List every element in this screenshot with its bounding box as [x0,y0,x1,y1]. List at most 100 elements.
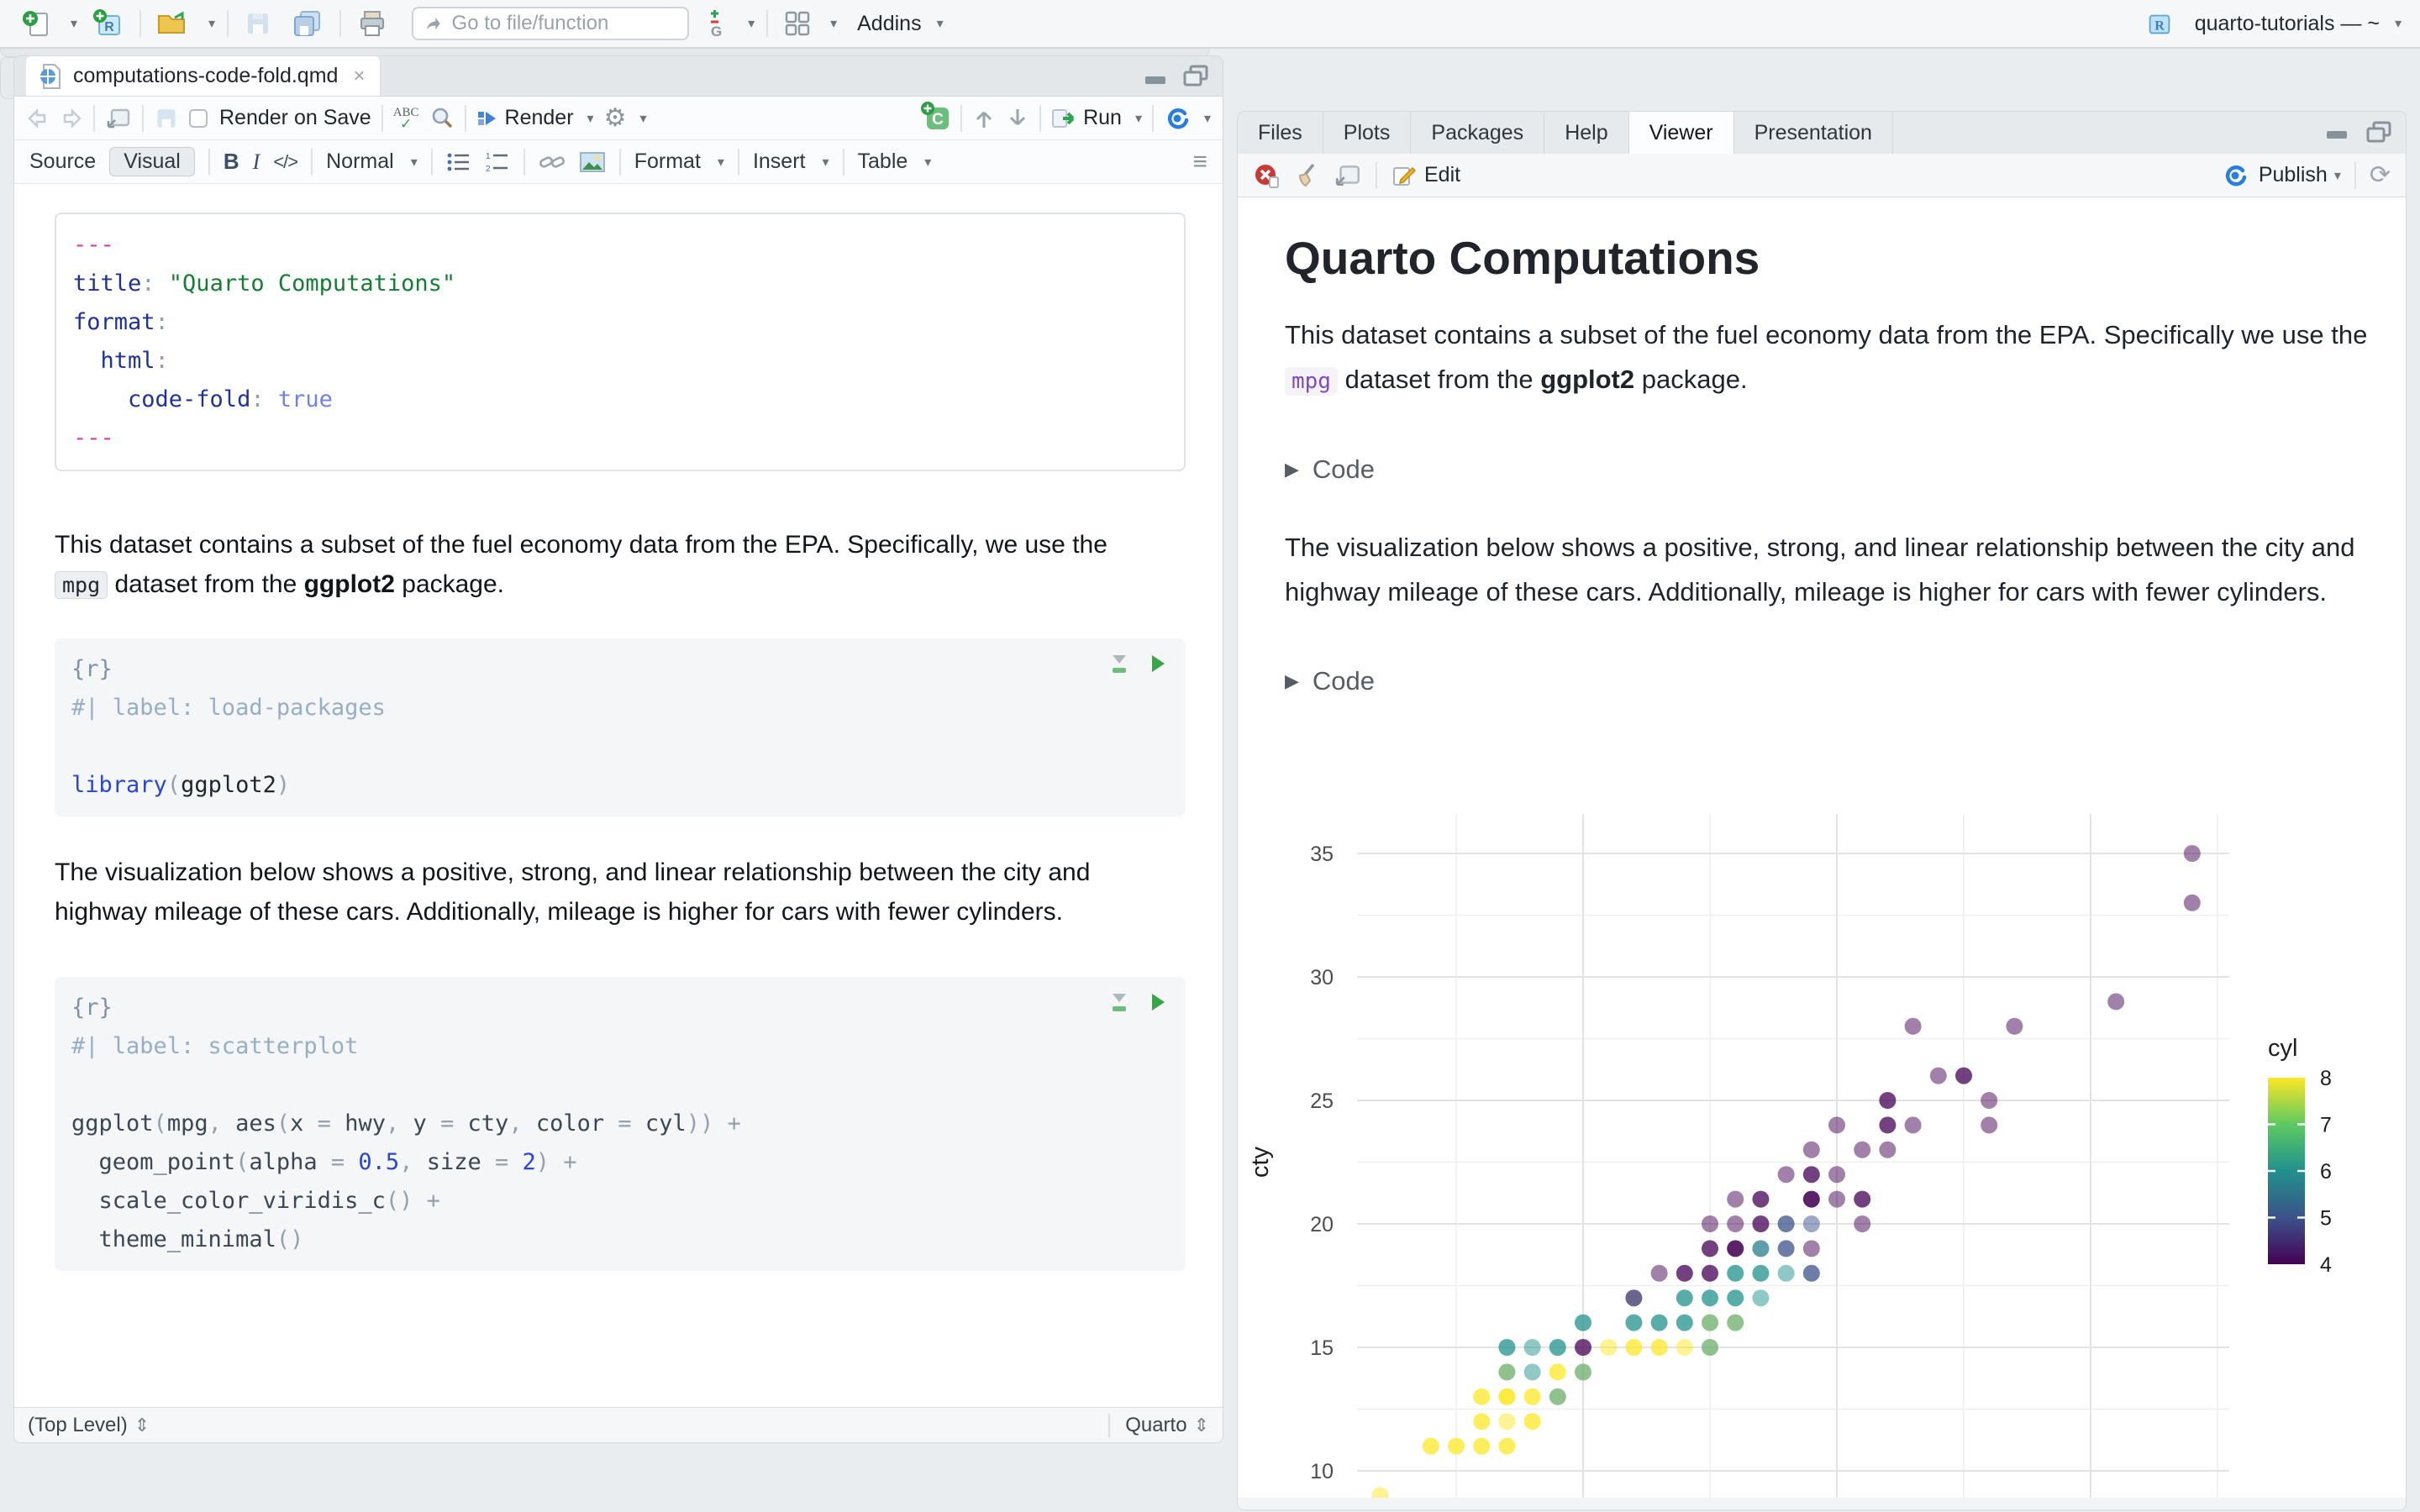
maximize-pane-icon[interactable] [2365,121,2392,144]
source-mode-button[interactable]: Source [29,150,96,174]
save-button[interactable] [240,7,276,40]
svg-text:R: R [104,20,114,34]
gear-icon[interactable]: ⚙ [604,103,627,133]
tab-help[interactable]: Help [1544,112,1629,154]
inline-code-icon[interactable]: </> [273,151,298,173]
tab-files[interactable]: Files [1238,112,1323,154]
save-all-button[interactable] [287,7,328,40]
code-toggle-label: Code [1312,454,1376,484]
project-caret[interactable]: ▾ [2395,15,2402,32]
tab-packages[interactable]: Packages [1411,112,1545,154]
goto-file-input[interactable] [450,11,678,36]
table-caret[interactable]: ▾ [924,154,931,171]
code-chunk-load-packages[interactable]: {r} #| label: load-packages library(ggplo… [55,638,1186,816]
render-button[interactable]: Render [476,106,574,130]
numbered-list-icon[interactable]: 1 2 [485,151,510,173]
run-label: Run [1083,106,1122,129]
gear-caret[interactable]: ▾ [639,110,646,127]
svg-text:30: 30 [1310,966,1334,990]
run-chunk-icon[interactable] [1149,653,1167,675]
addins-caret[interactable]: ▾ [937,15,944,32]
popout-window-icon[interactable] [105,107,132,130]
bullet-list-icon[interactable] [446,151,471,173]
editor-tab[interactable]: computations-code-fold.qmd × [26,56,381,96]
insert-menu[interactable]: Insert [753,150,806,174]
table-menu[interactable]: Table [858,150,908,174]
open-folder-icon [158,11,186,34]
bold-icon[interactable]: B [224,149,239,175]
checkbox-icon[interactable] [189,108,208,128]
open-file-caret[interactable]: ▾ [208,15,215,32]
doc-type-updown-icon[interactable]: ⇕ [1194,1415,1209,1436]
paragraph-style-dropdown[interactable]: Normal [326,150,394,174]
open-file-button[interactable] [153,7,193,40]
minimize-pane-icon[interactable] [1144,66,1169,87]
code-fold-toggle-1[interactable]: ▶ Code [1285,454,2406,485]
broom-icon[interactable] [1293,162,1320,189]
minimize-pane-icon[interactable] [2325,123,2350,143]
spellcheck-button[interactable]: ABC ✓ [393,106,419,131]
search-icon[interactable] [429,106,455,131]
publish-button[interactable]: Publish ▾ [2222,162,2341,189]
panes-caret[interactable]: ▾ [830,15,837,32]
viewer-paragraph-1: This dataset contains a subset of the fu… [1285,320,2368,396]
format-caret[interactable]: ▾ [718,154,724,171]
refresh-icon[interactable]: ⟳ [2370,160,2391,190]
format-menu[interactable]: Format [634,150,701,174]
doc-type-label[interactable]: Quarto [1125,1414,1186,1437]
new-project-button[interactable]: R [89,7,128,40]
edit-button[interactable]: Edit [1391,163,1460,188]
link-icon[interactable] [539,151,566,173]
code-fold-toggle-2[interactable]: ▶ Code [1285,666,2406,696]
popout-window-icon[interactable] [1334,163,1362,188]
edit-label: Edit [1424,163,1461,186]
publish-icon[interactable] [1164,105,1191,132]
yaml-block[interactable]: --- title: "Quarto Computations" format: h… [55,213,1186,471]
insert-caret[interactable]: ▾ [822,154,829,171]
editor-toolbar: Render on Save ABC ✓ Render ▾ ⚙ ▾ C Run … [14,97,1223,140]
tab-plots[interactable]: Plots [1323,112,1412,154]
viewer-content[interactable]: Quarto Computations This dataset contain… [1238,197,2406,1498]
tab-presentation[interactable]: Presentation [1733,112,1893,154]
back-icon[interactable] [26,108,50,129]
print-button[interactable] [353,7,392,40]
render-caret[interactable]: ▾ [587,110,594,127]
new-project-icon: R [93,9,121,35]
new-file-button[interactable] [18,7,55,40]
panes-layout-button[interactable] [780,7,815,40]
paragraph-style-caret[interactable]: ▾ [411,154,418,171]
run-chunks-above-icon[interactable] [1108,990,1130,1014]
code-chunk-scatterplot[interactable]: {r} #| label: scatterplot ggplot(mpg, aes… [55,977,1186,1271]
project-menu[interactable]: quarto-tutorials — ~ [2195,12,2380,36]
publish-caret[interactable]: ▾ [1204,110,1211,127]
run-next-icon[interactable] [1006,106,1029,131]
outline-location[interactable]: (Top Level) [28,1414,128,1437]
forward-icon[interactable] [60,108,83,129]
run-caret[interactable]: ▾ [1135,110,1142,127]
italic-icon[interactable]: I [253,150,260,175]
outline-icon[interactable]: ≡ [1192,148,1207,176]
insert-chunk-button[interactable]: C [920,101,950,135]
document-canvas[interactable]: --- title: "Quarto Computations" format: h… [14,184,1223,1407]
run-chunk-icon[interactable] [1149,991,1167,1013]
tab-viewer[interactable]: Viewer [1628,112,1734,154]
addins-menu[interactable]: Addins [857,12,921,36]
save-doc-icon[interactable] [154,106,179,131]
run-button[interactable]: Run [1051,106,1122,130]
visual-mode-button[interactable]: Visual [109,147,195,176]
outline-location-updown-icon[interactable]: ⇕ [134,1415,150,1436]
new-file-caret[interactable]: ▾ [71,15,77,32]
render-on-save-checkbox[interactable]: Render on Save [189,106,371,130]
git-commit-button[interactable]: G [701,7,733,40]
stop-icon[interactable] [1253,162,1280,189]
editor-tab-strip: computations-code-fold.qmd × [14,56,1223,97]
run-chunks-above-icon[interactable] [1108,652,1130,675]
viewer-paragraph-2: The visualization below shows a positive… [1285,533,2355,606]
goto-file-box[interactable] [412,7,690,40]
run-previous-icon[interactable] [972,106,996,131]
main-toolbar: ▾ R ▾ Go to file/function G ▾ ▾ Addins ▾… [0,0,2420,49]
close-tab-icon[interactable]: × [353,65,365,88]
maximize-pane-icon[interactable] [1182,65,1209,88]
image-icon[interactable] [579,150,606,174]
git-caret[interactable]: ▾ [748,15,755,32]
